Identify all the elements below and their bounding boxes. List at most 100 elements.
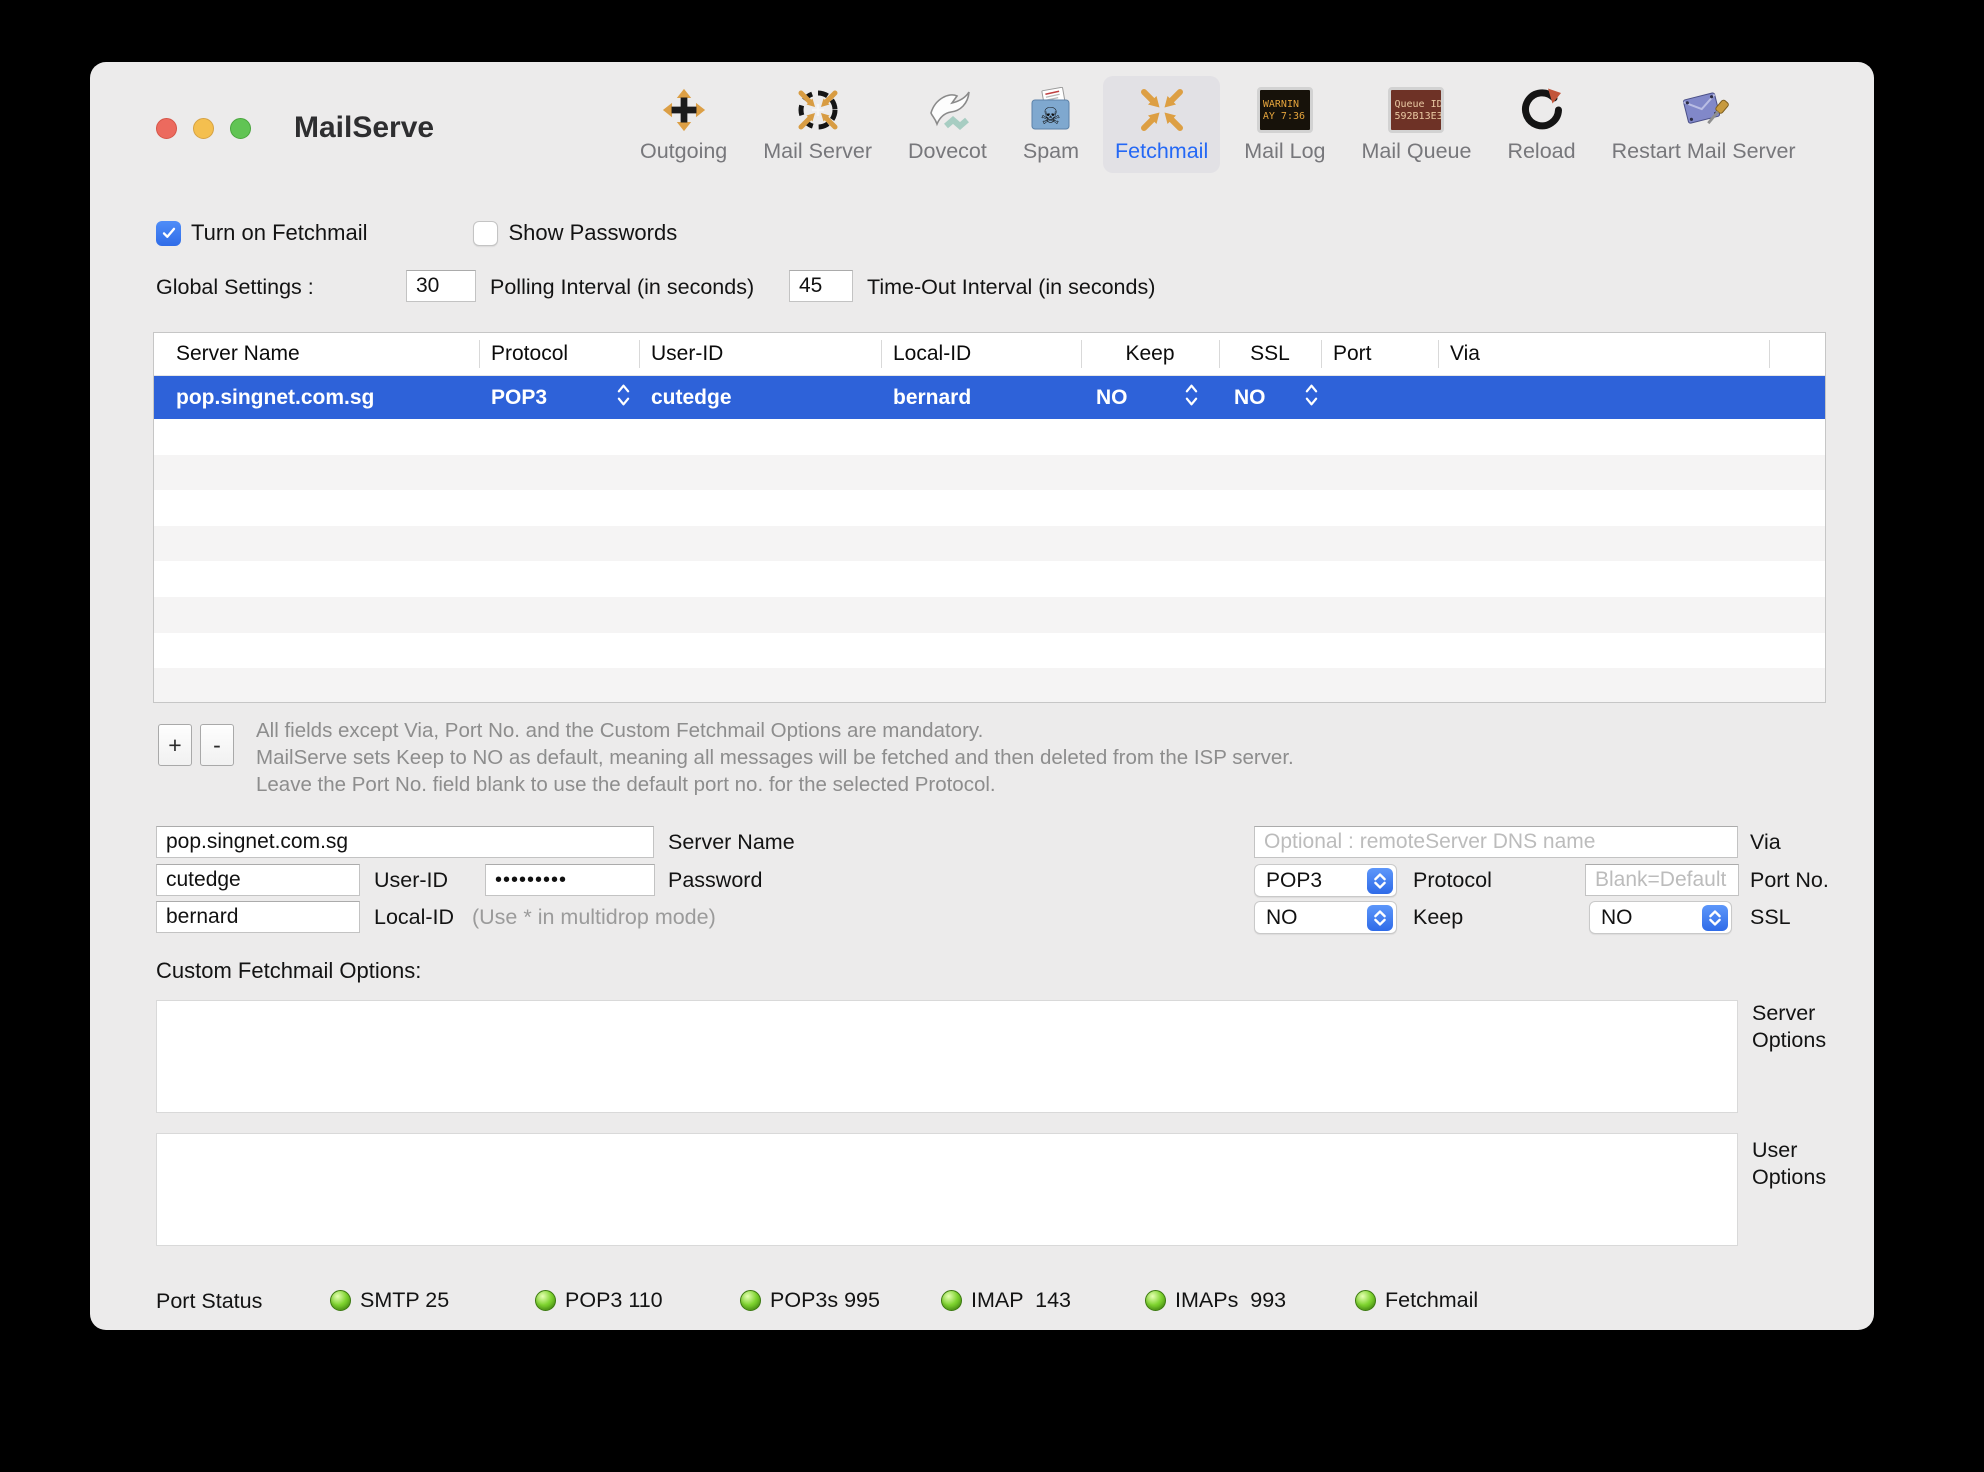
help-line: All fields except Via, Port No. and the … <box>256 717 1294 744</box>
via-label: Via <box>1750 830 1781 855</box>
toolbar: Outgoing Mail Server <box>628 76 1808 173</box>
port-no-input[interactable] <box>1585 864 1739 896</box>
dovecot-icon <box>922 84 972 136</box>
column-header-protocol[interactable]: Protocol <box>479 333 639 375</box>
toolbar-item-mail-log[interactable]: WARNIN AY 7:36 A Mail Log <box>1232 76 1337 173</box>
port-status-text: Fetchmail <box>1385 1288 1478 1313</box>
port-status-row: Port Status SMTP 25 POP3 110 POP3s 995 I… <box>90 1288 1874 1314</box>
column-header-via[interactable]: Via <box>1438 333 1769 375</box>
protocol-popup[interactable]: POP3 <box>1254 864 1397 897</box>
toolbar-item-reload[interactable]: Reload <box>1495 76 1587 173</box>
server-name-label: Server Name <box>668 830 795 855</box>
toolbar-item-mail-queue[interactable]: Queue ID 592B13E3 Mail Queue <box>1350 76 1484 173</box>
close-button[interactable] <box>156 118 177 139</box>
table-row-empty <box>154 597 1825 633</box>
mail-queue-icon: Queue ID 592B13E3 <box>1388 84 1444 136</box>
toolbar-label: Spam <box>1023 139 1079 164</box>
keep-popup-value: NO <box>1266 906 1298 930</box>
toolbar-item-dovecot[interactable]: Dovecot <box>896 76 999 173</box>
toolbar-item-mail-server[interactable]: Mail Server <box>751 76 884 173</box>
server-options-label-line: Server <box>1752 1000 1826 1027</box>
turn-on-fetchmail-label: Turn on Fetchmail <box>191 220 367 246</box>
window-controls <box>156 118 251 139</box>
keep-label: Keep <box>1413 905 1463 930</box>
timeout-interval-input[interactable] <box>789 270 853 302</box>
local-id-input[interactable] <box>156 901 360 933</box>
table-row-empty <box>154 561 1825 597</box>
toolbar-label: Mail Server <box>763 139 872 164</box>
ssl-label: SSL <box>1750 905 1791 930</box>
toolbar-label: Reload <box>1507 139 1575 164</box>
port-status-text: IMAP 143 <box>971 1288 1071 1313</box>
screen-text: 592B13E3 <box>1394 111 1438 122</box>
toolbar-item-spam[interactable]: ☠ Spam <box>1011 76 1091 173</box>
via-input[interactable] <box>1254 826 1738 858</box>
toolbar-item-outgoing[interactable]: Outgoing <box>628 76 739 173</box>
global-settings-label: Global Settings : <box>156 275 314 300</box>
status-led-green <box>1355 1290 1376 1311</box>
port-no-label: Port No. <box>1750 868 1829 893</box>
port-status-text: POP3s 995 <box>770 1288 880 1313</box>
ssl-stepper-icon[interactable] <box>1304 382 1319 414</box>
toolbar-item-restart-mail-server[interactable]: Restart Mail Server <box>1600 76 1808 173</box>
table-row-selected[interactable]: pop.singnet.com.sg POP3 cutedge bernard … <box>154 376 1825 419</box>
port-status-text: IMAPs 993 <box>1175 1288 1286 1313</box>
cell-keep: NO <box>1081 376 1219 419</box>
port-status-item: SMTP 25 <box>330 1288 449 1313</box>
show-passwords-checkbox[interactable] <box>473 221 498 246</box>
custom-options-title: Custom Fetchmail Options: <box>156 958 421 984</box>
user-options-label-line: User <box>1752 1137 1826 1164</box>
user-id-label: User-ID <box>374 868 448 893</box>
mailserve-window: MailServe Outgoing <box>90 62 1874 1330</box>
toolbar-label: Restart Mail Server <box>1612 139 1796 164</box>
toolbar-item-fetchmail[interactable]: Fetchmail <box>1103 76 1220 173</box>
cell-keep-value: NO <box>1096 386 1128 410</box>
column-header-port[interactable]: Port <box>1321 333 1438 375</box>
protocol-popup-value: POP3 <box>1266 869 1322 893</box>
port-status-item: Fetchmail <box>1355 1288 1478 1313</box>
column-header-server-name[interactable]: Server Name <box>154 333 479 375</box>
protocol-stepper-icon[interactable] <box>616 382 631 414</box>
cell-protocol: POP3 <box>479 376 639 419</box>
polling-interval-label: Polling Interval (in seconds) <box>490 275 754 300</box>
screen-text: WARNIN <box>1263 99 1307 110</box>
server-options-label-line: Options <box>1752 1027 1826 1054</box>
fetchmail-icon <box>1138 84 1186 136</box>
toolbar-label: Mail Queue <box>1362 139 1472 164</box>
status-led-green <box>740 1290 761 1311</box>
server-name-input[interactable] <box>156 826 654 858</box>
port-status-item: IMAPs 993 <box>1145 1288 1286 1313</box>
toolbar-label: Dovecot <box>908 139 987 164</box>
column-header-keep[interactable]: Keep <box>1081 333 1219 375</box>
mail-log-icon: WARNIN AY 7:36 A <box>1257 84 1313 136</box>
keep-popup[interactable]: NO <box>1254 901 1397 934</box>
table-row-empty <box>154 419 1825 455</box>
column-header-ssl[interactable]: SSL <box>1219 333 1321 375</box>
server-options-label: Server Options <box>1752 1000 1826 1054</box>
zoom-button[interactable] <box>230 118 251 139</box>
toolbar-label: Outgoing <box>640 139 727 164</box>
ssl-popup[interactable]: NO <box>1589 901 1732 934</box>
cell-local-id: bernard <box>881 376 1081 419</box>
port-status-item: IMAP 143 <box>941 1288 1071 1313</box>
help-line: MailServe sets Keep to NO as default, me… <box>256 744 1294 771</box>
fetchmail-options-row: Turn on Fetchmail Show Passwords <box>156 220 677 246</box>
user-options-textarea[interactable] <box>156 1133 1738 1246</box>
turn-on-fetchmail-checkbox[interactable] <box>156 221 181 246</box>
minimize-button[interactable] <box>193 118 214 139</box>
add-server-button[interactable]: + <box>158 724 192 766</box>
spam-icon: ☠ <box>1028 84 1074 136</box>
user-id-input[interactable] <box>156 864 360 896</box>
polling-interval-input[interactable] <box>406 270 476 302</box>
remove-server-button[interactable]: - <box>200 724 234 766</box>
svg-text:☠: ☠ <box>1040 104 1061 130</box>
column-header-local-id[interactable]: Local-ID <box>881 333 1081 375</box>
password-input[interactable] <box>485 864 655 896</box>
password-label: Password <box>668 868 762 893</box>
mail-server-icon <box>794 84 842 136</box>
timeout-interval-label: Time-Out Interval (in seconds) <box>867 275 1155 300</box>
server-options-textarea[interactable] <box>156 1000 1738 1113</box>
multidrop-note: (Use * in multidrop mode) <box>472 905 716 930</box>
keep-stepper-icon[interactable] <box>1184 382 1199 414</box>
column-header-user-id[interactable]: User-ID <box>639 333 881 375</box>
